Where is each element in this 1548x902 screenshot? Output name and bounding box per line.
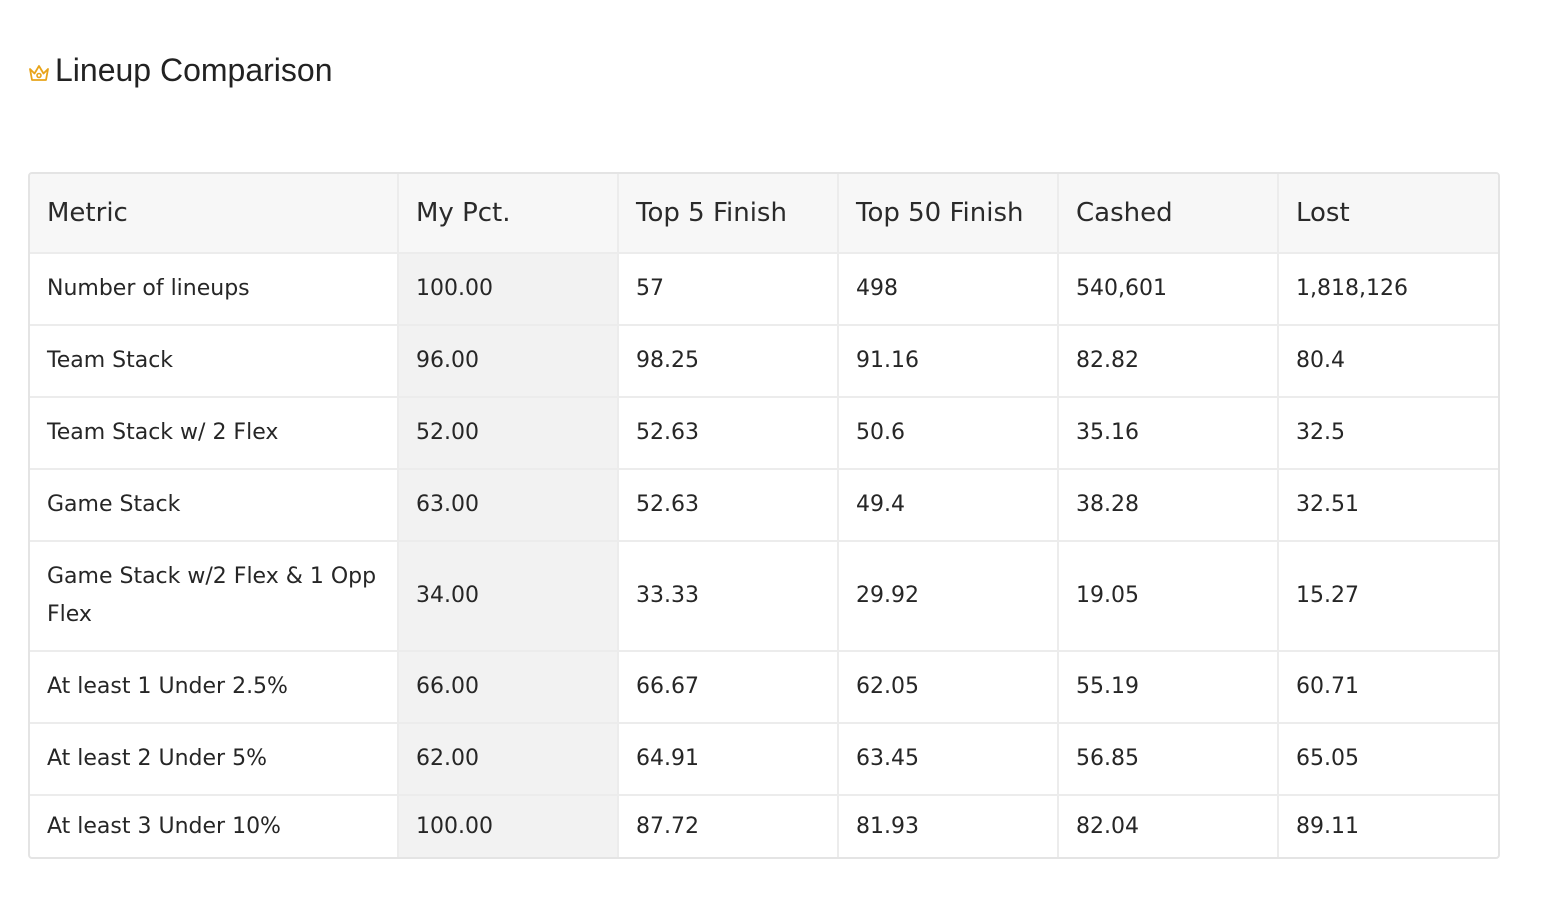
cell-metric: At least 1 Under 2.5%: [30, 651, 399, 724]
column-header-metric: Metric: [30, 174, 399, 254]
table-row: At least 2 Under 5% 62.00 64.91 63.45 56.85 6…: [30, 723, 1498, 796]
cell-my-pct: 96.00: [398, 325, 619, 398]
cell-cashed: 19.05: [1058, 541, 1279, 652]
cell-top5: 52.63: [618, 397, 839, 470]
column-header-lost: Lost: [1278, 174, 1498, 254]
table-row: Team Stack 96.00 98.25 91.16 82.82 80.4: [30, 325, 1498, 398]
cell-top5: 52.63: [618, 469, 839, 542]
table-row: Game Stack w/2 Flex & 1 Opp Flex 34.00 33.…: [30, 541, 1498, 652]
cell-my-pct: 66.00: [398, 651, 619, 724]
cell-lost: 15.27: [1278, 541, 1498, 652]
cell-cashed: 82.04: [1058, 795, 1279, 857]
table-row: At least 1 Under 2.5% 66.00 66.67 62.05 55.1…: [30, 651, 1498, 724]
table-header-row: Metric My Pct. Top 5 Finish Top 50 Finis…: [30, 174, 1498, 254]
cell-my-pct: 62.00: [398, 723, 619, 796]
cell-cashed: 82.82: [1058, 325, 1279, 398]
cell-lost: 32.5: [1278, 397, 1498, 470]
cell-metric: Number of lineups: [30, 253, 399, 326]
comparison-table: Metric My Pct. Top 5 Finish Top 50 Finis…: [28, 172, 1500, 859]
cell-metric: Game Stack w/2 Flex & 1 Opp Flex: [30, 541, 399, 652]
cell-lost: 89.11: [1296, 813, 1359, 839]
column-header-my-pct: My Pct.: [398, 174, 619, 254]
cell-top5: 98.25: [618, 325, 839, 398]
cell-lost: 60.71: [1278, 651, 1498, 724]
cell-lost: 65.05: [1278, 723, 1498, 796]
cell-my-pct: 34.00: [398, 541, 619, 652]
column-header-top50: Top 50 Finish: [838, 174, 1059, 254]
cell-my-pct: 52.00: [398, 397, 619, 470]
cell-top50: 29.92: [838, 541, 1059, 652]
cell-metric: At least 2 Under 5%: [30, 723, 399, 796]
cell-cashed: 56.85: [1058, 723, 1279, 796]
cell-lost: 32.51: [1278, 469, 1498, 542]
cell-metric: At least 3 Under 10%: [30, 795, 399, 857]
cell-my-pct: 63.00: [398, 469, 619, 542]
cell-metric: Team Stack: [30, 325, 399, 398]
column-header-cashed: Cashed: [1058, 174, 1279, 254]
cell-top5: 33.33: [618, 541, 839, 652]
cell-my-pct: 100.00: [398, 795, 619, 857]
cell-top5: 64.91: [618, 723, 839, 796]
cell-metric: Team Stack w/ 2 Flex: [30, 397, 399, 470]
cell-top50: 91.16: [838, 325, 1059, 398]
table-row: At least 3 Under 10% 100.00 87.72 81.93 82.0…: [30, 795, 1498, 857]
cell-top5: 57: [618, 253, 839, 326]
cell-top5: 66.67: [618, 651, 839, 724]
cell-cashed: 55.19: [1058, 651, 1279, 724]
cell-top50: 49.4: [838, 469, 1059, 542]
cell-top50: 498: [838, 253, 1059, 326]
cell-cashed: 540,601: [1058, 253, 1279, 326]
page-title: Lineup Comparison: [55, 52, 333, 88]
cell-top50: 62.05: [838, 651, 1059, 724]
cell-top50: 63.45: [838, 723, 1059, 796]
table-row: Team Stack w/ 2 Flex 52.00 52.63 50.6 35.16 3…: [30, 397, 1498, 470]
cell-cashed: 35.16: [1058, 397, 1279, 470]
cell-cashed: 38.28: [1058, 469, 1279, 542]
crown-icon: [27, 61, 51, 85]
cell-lost: 1,818,126: [1278, 253, 1498, 326]
table-row: Number of lineups 100.00 57 498 540,601 1,818…: [30, 253, 1498, 326]
page-header: Lineup Comparison: [27, 50, 333, 90]
cell-top50: 50.6: [838, 397, 1059, 470]
cell-lost: 80.4: [1278, 325, 1498, 398]
cell-top50: 81.93: [838, 795, 1059, 857]
table-row: Game Stack 63.00 52.63 49.4 38.28 32.51: [30, 469, 1498, 542]
cell-metric: Game Stack: [30, 469, 399, 542]
cell-my-pct: 100.00: [398, 253, 619, 326]
column-header-top5: Top 5 Finish: [618, 174, 839, 254]
cell-top5: 87.72: [618, 795, 839, 857]
